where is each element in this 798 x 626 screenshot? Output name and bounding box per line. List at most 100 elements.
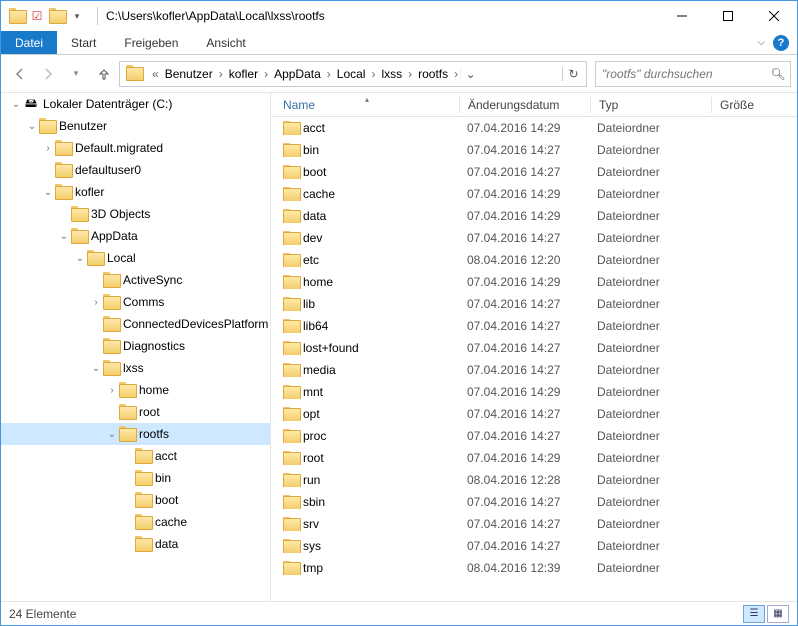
table-row[interactable]: lost+found07.04.2016 14:27Dateiordner — [271, 337, 797, 359]
tab-share[interactable]: Freigeben — [110, 31, 192, 54]
chevron-down-icon[interactable]: ⌄ — [25, 121, 39, 132]
tree-item[interactable]: ConnectedDevicesPlatform — [1, 313, 270, 335]
table-row[interactable]: lib07.04.2016 14:27Dateiordner — [271, 293, 797, 315]
table-row[interactable]: data07.04.2016 14:29Dateiordner — [271, 205, 797, 227]
table-row[interactable]: acct07.04.2016 14:29Dateiordner — [271, 117, 797, 139]
breadcrumb-segment[interactable]: rootfs — [414, 67, 452, 81]
search-input[interactable] — [596, 67, 766, 81]
tree-item[interactable]: acct — [1, 445, 270, 467]
breadcrumb-segment[interactable]: Local — [333, 67, 370, 81]
table-row[interactable]: cache07.04.2016 14:29Dateiordner — [271, 183, 797, 205]
table-row[interactable]: mnt07.04.2016 14:29Dateiordner — [271, 381, 797, 403]
breadcrumb-segment[interactable]: kofler — [225, 67, 262, 81]
address-bar[interactable]: « Benutzer›kofler›AppData›Local›lxss›roo… — [119, 61, 587, 87]
table-row[interactable]: root07.04.2016 14:29Dateiordner — [271, 447, 797, 469]
close-button[interactable] — [751, 1, 797, 31]
recent-dropdown-icon[interactable]: ▾ — [63, 61, 89, 87]
col-type[interactable]: Typ — [591, 98, 711, 112]
details-view-icon[interactable]: ☰ — [743, 605, 765, 623]
chevron-right-icon[interactable]: › — [105, 385, 119, 396]
table-row[interactable]: run08.04.2016 12:28Dateiordner — [271, 469, 797, 491]
tree-item[interactable]: root — [1, 401, 270, 423]
tree-item[interactable]: ⌄Local — [1, 247, 270, 269]
table-row[interactable]: sys07.04.2016 14:27Dateiordner — [271, 535, 797, 557]
chevron-down-icon[interactable]: ⌄ — [41, 187, 55, 198]
table-row[interactable]: media07.04.2016 14:27Dateiordner — [271, 359, 797, 381]
tree-item[interactable]: ⌄Benutzer — [1, 115, 270, 137]
chevron-right-icon[interactable]: « — [150, 67, 161, 81]
tree-item[interactable]: defaultuser0 — [1, 159, 270, 181]
tab-file[interactable]: Datei — [1, 31, 57, 54]
file-name: data — [303, 209, 326, 223]
table-row[interactable]: srv07.04.2016 14:27Dateiordner — [271, 513, 797, 535]
search-icon[interactable]: 🔍︎ — [766, 67, 790, 81]
file-date: 07.04.2016 14:29 — [459, 187, 589, 201]
tree-item[interactable]: 3D Objects — [1, 203, 270, 225]
new-folder-icon[interactable] — [49, 8, 65, 24]
tree-item[interactable]: ⌄lxss — [1, 357, 270, 379]
chevron-down-icon[interactable]: ⌄ — [105, 429, 119, 440]
file-type: Dateiordner — [589, 121, 709, 135]
qat-dropdown-icon[interactable]: ▾ — [69, 8, 85, 24]
tree-item[interactable]: Diagnostics — [1, 335, 270, 357]
tree-item[interactable]: ›Default.migrated — [1, 137, 270, 159]
table-row[interactable]: proc07.04.2016 14:27Dateiordner — [271, 425, 797, 447]
help-icon[interactable]: ? — [773, 35, 789, 51]
chevron-down-icon[interactable]: ⌄ — [73, 253, 87, 264]
chevron-down-icon[interactable]: ⌄ — [57, 231, 71, 242]
chevron-right-icon[interactable]: › — [406, 67, 414, 81]
tree-item[interactable]: ⌄AppData — [1, 225, 270, 247]
breadcrumb-segment[interactable]: AppData — [270, 67, 325, 81]
tree-item[interactable]: ⌄kofler — [1, 181, 270, 203]
tree-item[interactable]: boot — [1, 489, 270, 511]
table-row[interactable]: dev07.04.2016 14:27Dateiordner — [271, 227, 797, 249]
large-icons-view-icon[interactable]: ▦ — [767, 605, 789, 623]
chevron-right-icon[interactable]: › — [262, 67, 270, 81]
table-row[interactable]: opt07.04.2016 14:27Dateiordner — [271, 403, 797, 425]
tree-scroll[interactable]: ⌄🖴Lokaler Datenträger (C:)⌄Benutzer›Defa… — [1, 93, 270, 601]
tree-item[interactable]: ⌄🖴Lokaler Datenträger (C:) — [1, 93, 270, 115]
breadcrumb-segment[interactable]: Benutzer — [161, 67, 217, 81]
breadcrumb-segment[interactable]: lxss — [377, 67, 406, 81]
table-row[interactable]: bin07.04.2016 14:27Dateiordner — [271, 139, 797, 161]
tab-start[interactable]: Start — [57, 31, 110, 54]
drive-crumb-icon[interactable] — [122, 67, 150, 80]
tree-item[interactable]: ›home — [1, 379, 270, 401]
up-button[interactable] — [91, 61, 117, 87]
forward-button[interactable] — [35, 61, 61, 87]
tab-view[interactable]: Ansicht — [192, 31, 259, 54]
chevron-right-icon[interactable]: › — [217, 67, 225, 81]
col-date[interactable]: Änderungsdatum — [460, 98, 590, 112]
search-box[interactable]: 🔍︎ — [595, 61, 791, 87]
address-dropdown-icon[interactable]: ⌄ — [460, 67, 480, 81]
table-row[interactable]: etc08.04.2016 12:20Dateiordner — [271, 249, 797, 271]
tree-item[interactable]: ⌄rootfs — [1, 423, 270, 445]
file-type: Dateiordner — [589, 231, 709, 245]
properties-icon[interactable]: ☑ — [29, 8, 45, 24]
chevron-down-icon[interactable]: ⌄ — [9, 99, 23, 110]
list-scroll[interactable]: acct07.04.2016 14:29Dateiordnerbin07.04.… — [271, 117, 797, 601]
chevron-right-icon[interactable]: › — [89, 297, 103, 308]
chevron-right-icon[interactable]: › — [41, 143, 55, 154]
chevron-right-icon[interactable]: › — [325, 67, 333, 81]
col-name[interactable]: Name▴ — [275, 98, 459, 112]
maximize-button[interactable] — [705, 1, 751, 31]
tree-item[interactable]: ActiveSync — [1, 269, 270, 291]
table-row[interactable]: boot07.04.2016 14:27Dateiordner — [271, 161, 797, 183]
tree-item[interactable]: data — [1, 533, 270, 555]
table-row[interactable]: lib6407.04.2016 14:27Dateiordner — [271, 315, 797, 337]
tree-item[interactable]: bin — [1, 467, 270, 489]
table-row[interactable]: home07.04.2016 14:29Dateiordner — [271, 271, 797, 293]
chevron-right-icon[interactable]: › — [369, 67, 377, 81]
back-button[interactable] — [7, 61, 33, 87]
table-row[interactable]: tmp08.04.2016 12:39Dateiordner — [271, 557, 797, 579]
refresh-icon[interactable]: ↻ — [562, 67, 584, 81]
chevron-right-icon[interactable]: › — [452, 67, 460, 81]
table-row[interactable]: sbin07.04.2016 14:27Dateiordner — [271, 491, 797, 513]
minimize-button[interactable] — [659, 1, 705, 31]
chevron-down-icon[interactable]: ⌄ — [89, 363, 103, 374]
tree-item[interactable]: cache — [1, 511, 270, 533]
ribbon-expand-icon[interactable]: ⌵ — [757, 37, 765, 48]
tree-item[interactable]: ›Comms — [1, 291, 270, 313]
col-size[interactable]: Größe — [712, 98, 772, 112]
